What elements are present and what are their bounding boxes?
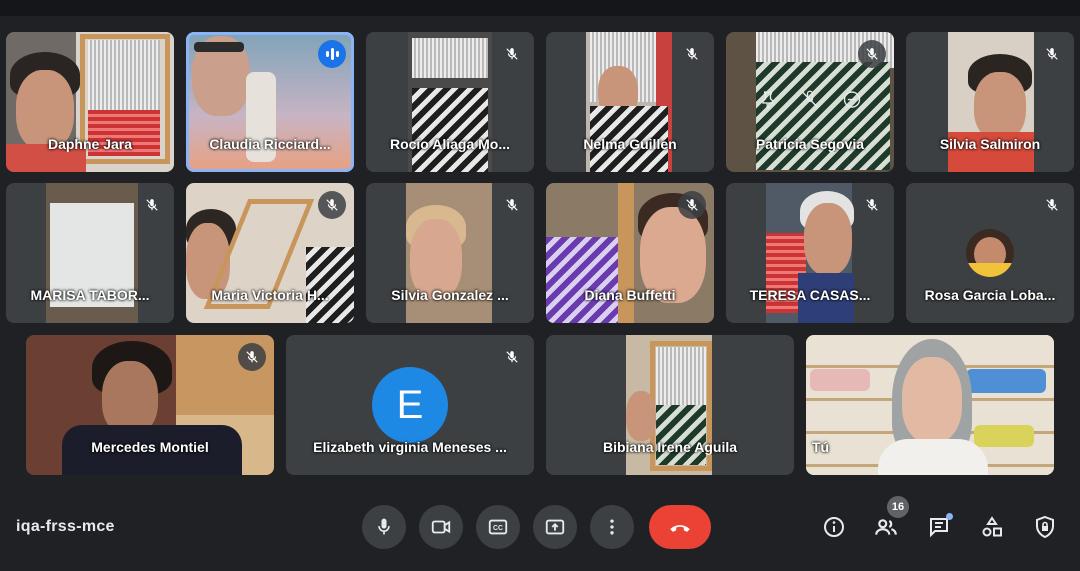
participant-count-badge: 16 bbox=[887, 496, 909, 518]
mic-off-icon bbox=[498, 343, 526, 371]
info-icon bbox=[824, 517, 844, 537]
participant-name: Diana Buffetti bbox=[584, 287, 676, 303]
weaving bbox=[756, 62, 890, 170]
participant-tile-active-speaker[interactable]: Claudia Ricciard... bbox=[186, 32, 354, 172]
video-subject-face bbox=[974, 72, 1026, 140]
cc-icon: CC bbox=[488, 519, 508, 535]
weaving bbox=[306, 247, 354, 323]
host-controls-button[interactable] bbox=[1028, 510, 1062, 544]
participant-tile[interactable]: Rocio Aliaga Mo... bbox=[366, 32, 534, 172]
video-subject-face bbox=[804, 203, 852, 275]
speaking-indicator-icon bbox=[318, 40, 346, 68]
mic-off-icon bbox=[858, 191, 886, 219]
avatar bbox=[966, 229, 1014, 277]
captions-button[interactable]: CC bbox=[476, 505, 520, 549]
participant-tile[interactable]: E Elizabeth virginia Meneses ... bbox=[286, 335, 534, 475]
camera-button[interactable] bbox=[419, 505, 463, 549]
top-bar bbox=[0, 0, 1080, 16]
yarn bbox=[810, 369, 870, 391]
mic-off-icon bbox=[318, 191, 346, 219]
participant-name: MARISA TABOR... bbox=[30, 287, 150, 303]
participant-tile[interactable]: Diana Buffetti bbox=[546, 183, 714, 323]
participant-name: Claudia Ricciard... bbox=[209, 136, 331, 152]
participant-tile[interactable]: Patricia Segovia bbox=[726, 32, 894, 172]
meeting-details-button[interactable] bbox=[817, 510, 851, 544]
microphone-button[interactable] bbox=[362, 505, 406, 549]
people-icon bbox=[875, 519, 897, 535]
weaving bbox=[546, 237, 618, 323]
weaving bbox=[412, 88, 488, 172]
participant-name: Nelma Guillen bbox=[583, 136, 677, 152]
more-vert-icon bbox=[610, 519, 614, 535]
mic-off-icon bbox=[498, 191, 526, 219]
mic-icon bbox=[378, 518, 390, 535]
leave-call-button[interactable] bbox=[649, 505, 711, 549]
participant-name: Patricia Segovia bbox=[755, 136, 865, 152]
participant-name: Silvia Gonzalez ... bbox=[391, 287, 509, 303]
unread-indicator bbox=[946, 513, 953, 520]
mic-off-icon bbox=[1038, 40, 1066, 68]
mic-off-icon bbox=[678, 191, 706, 219]
participant-name: Bibiana Irene Aguila bbox=[602, 439, 738, 455]
self-view-tile[interactable]: Tú bbox=[806, 335, 1054, 475]
participant-tile[interactable]: Daphne Jara bbox=[6, 32, 174, 172]
more-options-button[interactable] bbox=[590, 505, 634, 549]
participant-name: Silvia Salmiron bbox=[939, 136, 1041, 152]
meeting-code: iqa-frss-mce bbox=[16, 518, 115, 535]
participant-name: Rocio Aliaga Mo... bbox=[389, 136, 511, 152]
participant-name: Mercedes Montiel bbox=[91, 439, 209, 455]
participant-tile[interactable]: Mercedes Montiel bbox=[26, 335, 274, 475]
avatar: E bbox=[372, 367, 448, 443]
mic-off-icon bbox=[138, 191, 166, 219]
video-subject-face bbox=[102, 361, 158, 435]
participant-tile[interactable]: Silvia Gonzalez ... bbox=[366, 183, 534, 323]
present-button[interactable] bbox=[533, 505, 577, 549]
mic-off-icon bbox=[678, 40, 706, 68]
participant-tile[interactable]: TERESA CASAS... bbox=[726, 183, 894, 323]
tile-hover-controls bbox=[726, 88, 894, 112]
warp-threads bbox=[656, 347, 706, 405]
participant-name: Rosa Garcia Loba... bbox=[924, 287, 1056, 303]
participant-name: TERESA CASAS... bbox=[749, 287, 871, 303]
glasses bbox=[194, 42, 244, 52]
participant-tile[interactable]: MARISA TABOR... bbox=[6, 183, 174, 323]
participant-tile[interactable]: Silvia Salmiron bbox=[906, 32, 1074, 172]
participant-name: Daphne Jara bbox=[47, 136, 133, 152]
mic-off-icon bbox=[1038, 191, 1066, 219]
participant-name: Maria Victoria H... bbox=[211, 287, 329, 303]
participant-name: Elizabeth virginia Meneses ... bbox=[313, 439, 507, 455]
phone-hangup-icon bbox=[670, 525, 690, 532]
video-subject-face bbox=[626, 391, 656, 441]
participant-tile[interactable]: Rosa Garcia Loba... bbox=[906, 183, 1074, 323]
pin-icon[interactable] bbox=[756, 88, 780, 112]
shield-lock-icon bbox=[1036, 515, 1054, 539]
mic-off-icon bbox=[238, 343, 266, 371]
participant-tile[interactable]: Bibiana Irene Aguila bbox=[546, 335, 794, 475]
mic-off-icon bbox=[498, 40, 526, 68]
participant-tile[interactable]: Maria Victoria H... bbox=[186, 183, 354, 323]
video-subject-face bbox=[902, 357, 962, 443]
participant-tile[interactable]: Nelma Guillen bbox=[546, 32, 714, 172]
yarn bbox=[966, 369, 1046, 393]
mute-participant-icon[interactable] bbox=[798, 88, 822, 112]
camera-icon bbox=[431, 520, 451, 534]
shapes-icon bbox=[982, 516, 1002, 537]
remove-participant-icon[interactable] bbox=[840, 88, 864, 112]
activities-button[interactable] bbox=[975, 510, 1009, 544]
weaving bbox=[656, 405, 706, 465]
warp-threads bbox=[412, 38, 488, 78]
svg-text:CC: CC bbox=[493, 525, 503, 532]
warp-threads bbox=[88, 40, 160, 110]
mic-off-icon bbox=[858, 40, 886, 68]
participant-name: Tú bbox=[812, 439, 830, 455]
present-icon bbox=[545, 519, 565, 535]
